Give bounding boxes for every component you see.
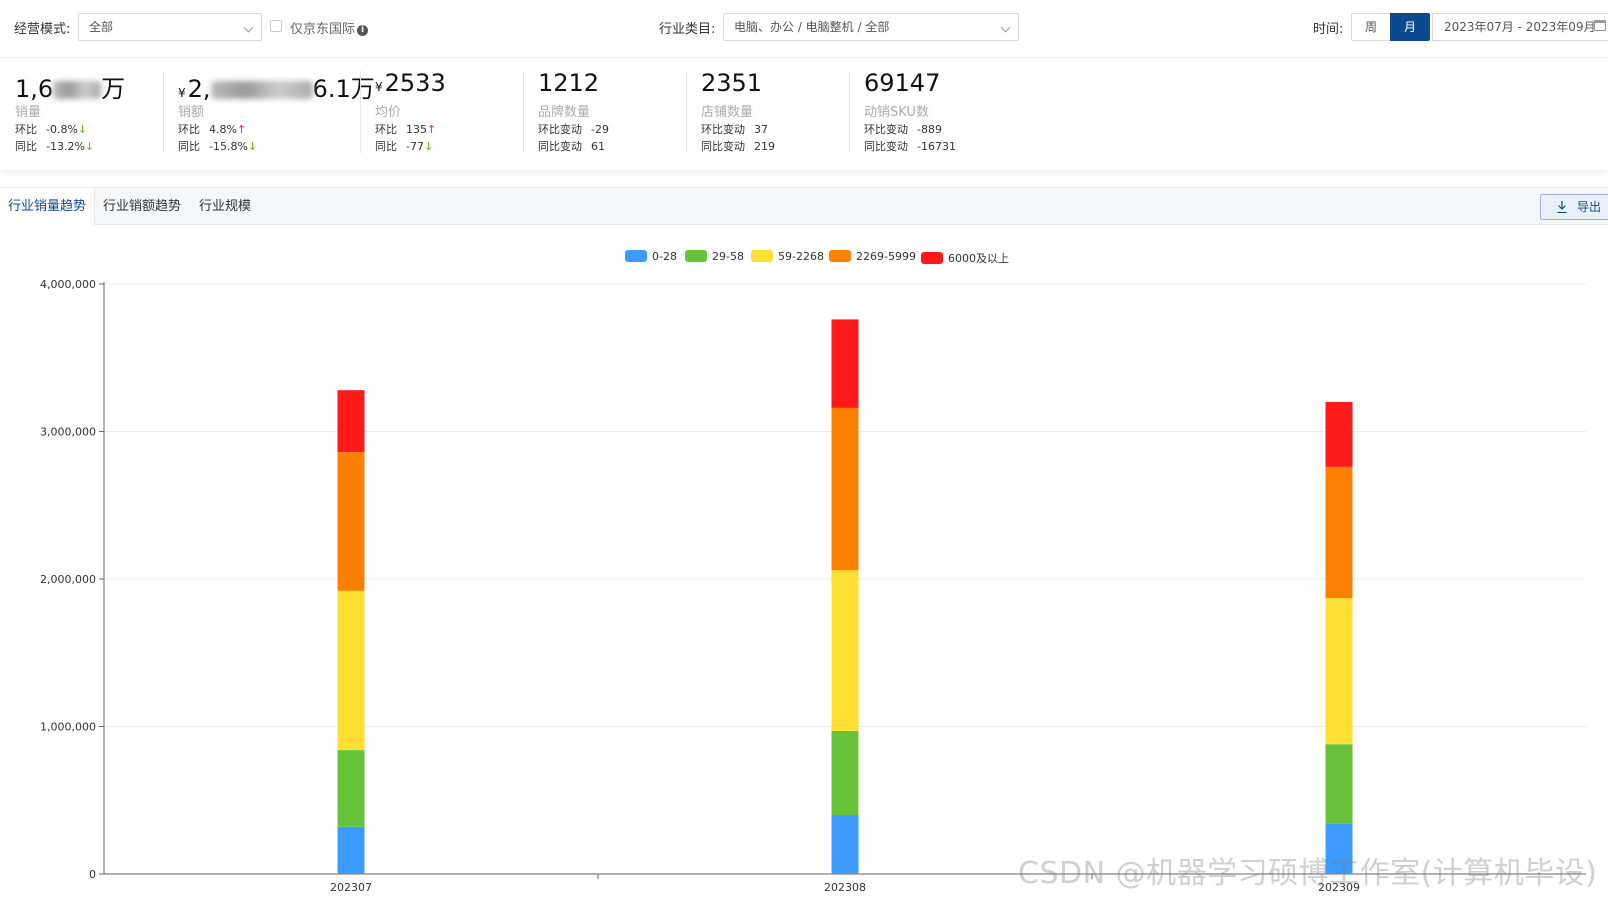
- bar-segment: [831, 815, 859, 874]
- tab-industry-scale[interactable]: 行业规模: [199, 188, 251, 225]
- download-icon: [1557, 201, 1567, 213]
- divider: [686, 71, 687, 153]
- bar-segment: [1325, 744, 1353, 824]
- export-label: 导出: [1577, 200, 1602, 214]
- filter-bar: 经营模式: 全部 仅京东国际 i 行业类目: 电脑、办公 / 电脑整机 / 全部 …: [0, 0, 1608, 58]
- stat-mom-row: 环比 135↑: [375, 123, 437, 136]
- stat-mom-row: 环比变动 -889: [864, 123, 942, 136]
- stat-value: 69147: [864, 69, 941, 97]
- stat-name: 动销SKU数: [864, 105, 929, 120]
- redacted-value: [53, 81, 102, 99]
- stat-value: 1212: [538, 69, 600, 97]
- stat-name: 均价: [375, 105, 402, 120]
- bar-segment: [831, 407, 859, 571]
- jd-international-checkbox[interactable]: [270, 20, 282, 32]
- tab-industry-sales-amount-trend[interactable]: 行业销额趋势: [103, 188, 181, 225]
- stat-name: 品牌数量: [538, 105, 591, 120]
- stat-yoy-row: 同比 -15.8%↓: [178, 140, 258, 153]
- business-mode-label: 经营模式:: [14, 22, 71, 37]
- y-tick-label: 0: [89, 868, 96, 881]
- date-range-picker[interactable]: 2023年07月 - 2023年09月: [1432, 13, 1608, 41]
- arrow-down-icon: ↓: [77, 123, 88, 136]
- stat-yoy-row: 同比 -77↓: [375, 140, 434, 153]
- stat-name: 店铺数量: [701, 105, 754, 120]
- divider: [849, 71, 850, 153]
- arrow-up-icon: ↑: [427, 123, 437, 136]
- stat-value: 1,6 万: [15, 75, 126, 103]
- y-tick-label: 2,000,000: [40, 573, 96, 586]
- arrow-down-icon: ↓: [84, 140, 95, 153]
- stat-yoy-row: 同比 -13.2%↓: [15, 140, 95, 153]
- stat-value: ¥2, 6.1万: [178, 75, 375, 103]
- x-tick-label: 202308: [824, 881, 866, 894]
- bar-segment: [337, 452, 365, 591]
- stat-mom-row: 环比 -0.8%↓: [15, 123, 88, 136]
- arrow-down-icon: ↓: [423, 140, 434, 153]
- stats-panel: 1,6 万 销量 环比 -0.8%↓ 同比 -13.2%↓ ¥2, 6.1万 销额 环比…: [0, 59, 1608, 170]
- business-mode-value: 全部: [89, 20, 114, 34]
- bar-segment: [337, 390, 365, 453]
- divider: [360, 71, 361, 153]
- time-label: 时间:: [1313, 22, 1344, 37]
- week-toggle-button[interactable]: 周: [1351, 13, 1391, 41]
- stat-value: ¥2533: [375, 69, 446, 97]
- stat-name: 销量: [15, 105, 42, 120]
- arrow-up-icon: ↑: [236, 123, 247, 136]
- tab-industry-sales-volume-trend[interactable]: 行业销量趋势: [0, 188, 96, 225]
- bar-segment: [1325, 466, 1353, 599]
- bar-segment: [831, 730, 859, 815]
- info-icon[interactable]: i: [357, 25, 369, 36]
- bar-segment: [1325, 402, 1353, 467]
- divider: [523, 71, 524, 153]
- jd-international-label[interactable]: 仅京东国际 i: [290, 18, 369, 37]
- export-button[interactable]: 导出: [1540, 194, 1608, 220]
- stat-mom-row: 环比变动 37: [701, 123, 768, 136]
- y-tick-label: 3,000,000: [40, 426, 96, 439]
- bar-segment: [1325, 598, 1353, 745]
- bar-segment: [337, 590, 365, 751]
- bar-segment: [831, 319, 859, 408]
- chevron-down-icon: [243, 22, 254, 33]
- y-tick-label: 4,000,000: [40, 278, 96, 291]
- category-value: 电脑、办公 / 电脑整机 / 全部: [734, 20, 890, 34]
- category-select[interactable]: 电脑、办公 / 电脑整机 / 全部: [723, 13, 1019, 41]
- chart-tabs: 行业销量趋势 行业销额趋势 行业规模 导出: [0, 187, 1608, 225]
- x-tick-label: 202307: [330, 881, 372, 894]
- divider: [163, 71, 164, 153]
- category-label: 行业类目:: [659, 22, 716, 37]
- stat-mom-row: 环比 4.8%↑: [178, 123, 247, 136]
- bar-segment: [831, 570, 859, 731]
- chevron-down-icon: [1000, 22, 1011, 33]
- stat-value: 2351: [701, 69, 763, 97]
- stat-mom-row: 环比变动 -29: [538, 123, 609, 136]
- arrow-down-icon: ↓: [247, 140, 258, 153]
- bar-segment: [337, 750, 365, 827]
- y-tick-label: 1,000,000: [40, 721, 96, 734]
- bar-segment: [337, 826, 365, 874]
- business-mode-select[interactable]: 全部: [78, 13, 262, 41]
- redacted-value: [210, 81, 313, 99]
- calendar-icon[interactable]: [1594, 20, 1606, 31]
- stat-yoy-row: 同比变动 -16731: [864, 140, 956, 153]
- month-toggle-button[interactable]: 月: [1390, 13, 1430, 41]
- stat-name: 销额: [178, 105, 205, 120]
- watermark: CSDN @机器学习硕博工作室(计算机毕设): [1018, 856, 1598, 891]
- stat-yoy-row: 同比变动 219: [701, 140, 775, 153]
- stacked-bar-chart: 0 1,000,000 2,000,000 3,000,000 4,000,000 202…: [40, 278, 1586, 894]
- stat-yoy-row: 同比变动 61: [538, 140, 605, 153]
